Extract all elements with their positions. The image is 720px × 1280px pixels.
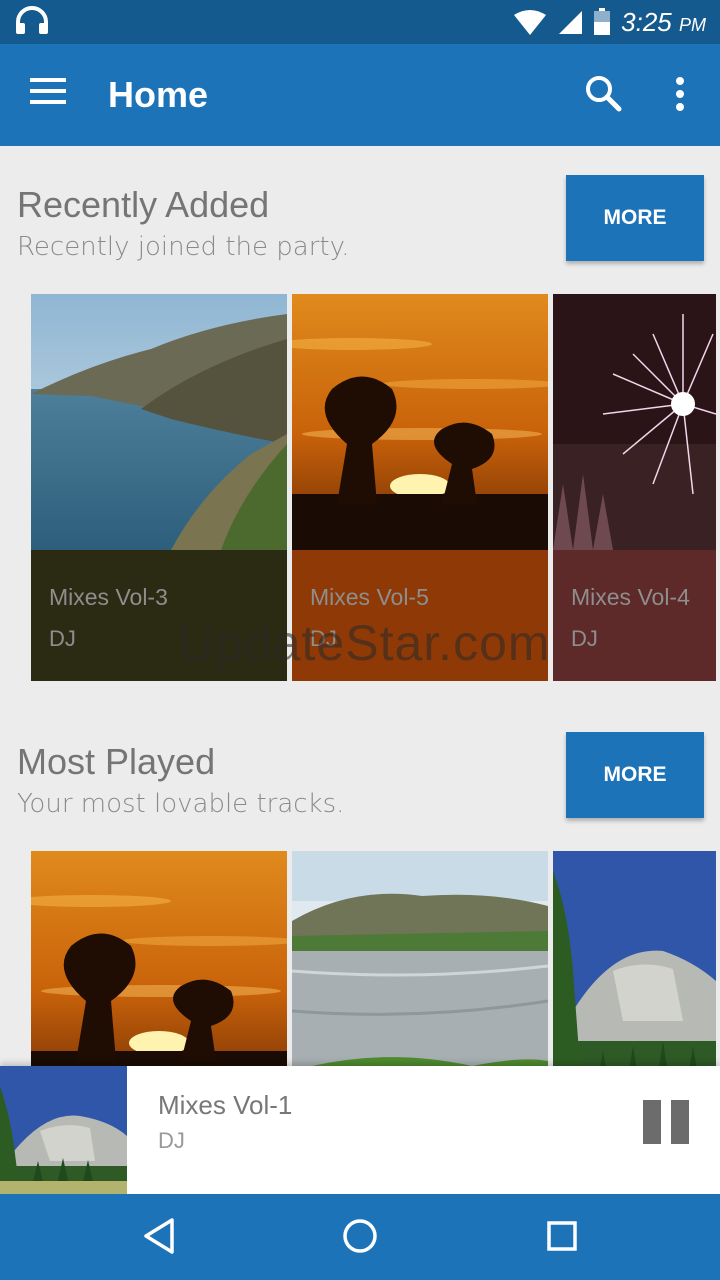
album-art [31,851,287,1066]
album-card[interactable]: Mixes Vol-4 DJ [553,294,716,681]
now-playing-bar[interactable]: Mixes Vol-1 DJ [0,1066,720,1194]
album-art [553,294,716,550]
signal-icon [559,11,583,34]
album-card[interactable] [31,851,287,1066]
wifi-icon [514,10,547,35]
more-button[interactable]: MORE [566,175,704,261]
album-card[interactable] [292,851,548,1066]
section-subtitle: Recently joined the party. [17,232,350,262]
clock: 3:25 PM [621,6,706,37]
album-card[interactable] [553,851,716,1066]
now-playing-artist: DJ [158,1128,185,1153]
album-artist: DJ [571,626,598,651]
album-card[interactable]: Mixes Vol-5 DJ [292,294,548,681]
album-name: Mixes Vol-5 [310,584,429,610]
album-artist: DJ [310,626,337,651]
app-bar: Home [0,44,720,146]
album-name: Mixes Vol-3 [49,584,168,610]
album-info: Mixes Vol-3 DJ [31,550,287,681]
more-button[interactable]: MORE [566,732,704,818]
album-art [553,851,716,1066]
section-title: Most Played [17,741,216,782]
album-name: Mixes Vol-4 [571,584,690,610]
back-icon[interactable] [142,1217,176,1255]
album-art [292,294,548,550]
section-title: Recently Added [17,184,270,225]
album-artist: DJ [49,626,76,651]
overflow-icon[interactable] [668,76,692,112]
album-info: Mixes Vol-4 DJ [553,550,716,681]
search-icon[interactable] [584,74,624,114]
system-nav-bar [0,1194,720,1280]
now-playing-art [0,1066,127,1194]
pause-icon[interactable] [640,1098,692,1146]
home-icon[interactable] [342,1217,378,1255]
page-title: Home [108,74,209,115]
menu-icon[interactable] [30,78,66,104]
album-card[interactable]: Mixes Vol-3 DJ [31,294,287,681]
section-subtitle: Your most lovable tracks. [17,789,345,819]
album-art [292,851,548,1066]
battery-icon [594,8,611,35]
album-art [31,294,287,550]
recents-icon[interactable] [546,1217,578,1255]
now-playing-track: Mixes Vol-1 [158,1090,293,1120]
status-bar: 3:25 PM [0,0,720,44]
album-info: Mixes Vol-5 DJ [292,550,548,681]
headphones-icon [16,6,48,34]
